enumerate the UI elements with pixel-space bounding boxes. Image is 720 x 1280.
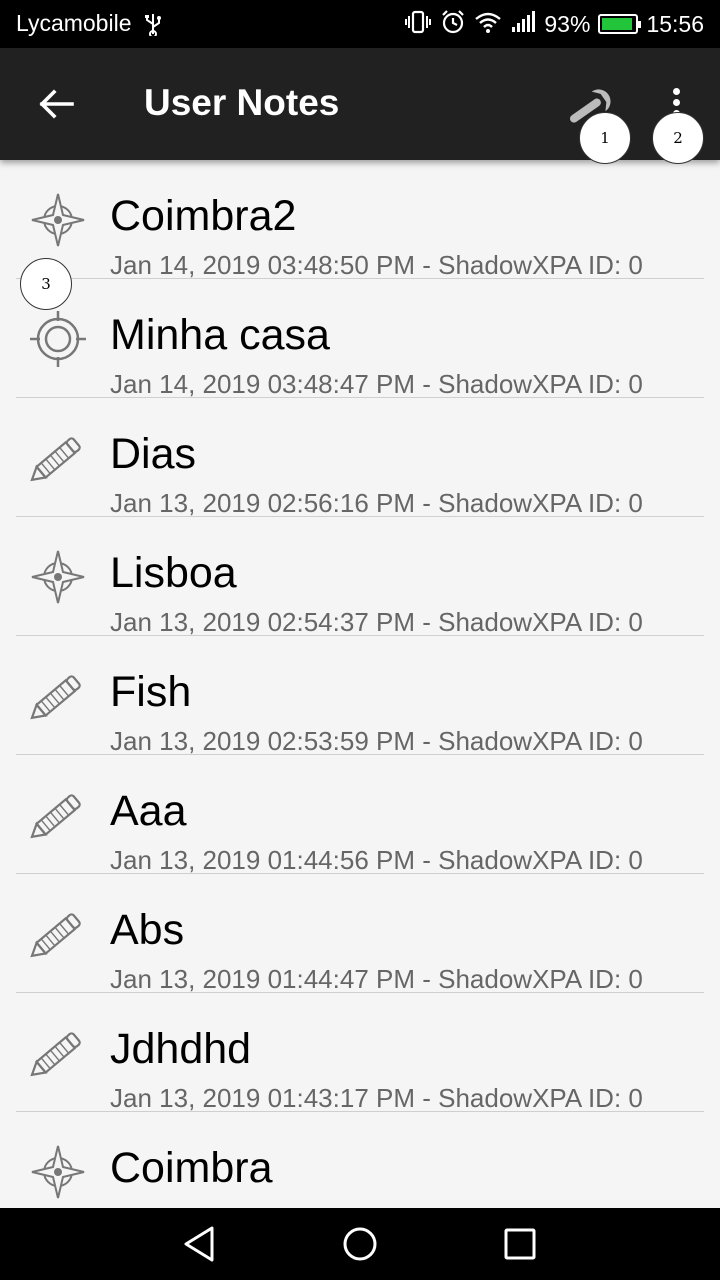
- clock: 15:56: [646, 10, 704, 37]
- vibrate-icon: [404, 9, 432, 40]
- battery-percent: 93%: [544, 10, 591, 37]
- pencil-icon: [28, 666, 88, 726]
- note-meta: Jan 13, 2019 01:44:56 PM - ShadowXPA ID:…: [110, 845, 643, 875]
- carrier-name: Lycamobile: [16, 10, 132, 36]
- page-title: User Notes: [144, 82, 340, 123]
- signal-icon: [510, 10, 536, 39]
- list-item[interactable]: Aaa Jan 13, 2019 01:44:56 PM - ShadowXPA…: [16, 755, 704, 875]
- pencil-icon: [28, 1023, 88, 1083]
- pencil-icon: [28, 785, 88, 845]
- list-item[interactable]: Jdhdhd Jan 13, 2019 01:43:17 PM - Shadow…: [16, 993, 704, 1113]
- list-item[interactable]: Lisboa Jan 13, 2019 02:54:37 PM - Shadow…: [16, 517, 704, 637]
- badge-1: 1: [579, 112, 631, 164]
- compass-rose-icon: [28, 190, 88, 250]
- nav-back-icon[interactable]: [178, 1222, 222, 1266]
- wifi-icon: [474, 10, 502, 39]
- note-name: Aaa: [110, 787, 187, 835]
- back-arrow-icon[interactable]: [26, 76, 86, 132]
- list-item[interactable]: Fish Jan 13, 2019 02:53:59 PM - ShadowXP…: [16, 636, 704, 756]
- list-item[interactable]: Minha casa Jan 14, 2019 03:48:47 PM - Sh…: [16, 279, 704, 399]
- list-item[interactable]: Coimbra: [16, 1112, 704, 1208]
- note-name: Lisboa: [110, 549, 237, 597]
- note-name: Jdhdhd: [110, 1025, 252, 1073]
- crosshair-target-icon: [28, 309, 88, 369]
- note-name: Dias: [110, 430, 197, 478]
- list-item[interactable]: Dias Jan 13, 2019 02:56:16 PM - ShadowXP…: [16, 398, 704, 518]
- list-item[interactable]: Abs Jan 13, 2019 01:44:47 PM - ShadowXPA…: [16, 874, 704, 994]
- note-name: Abs: [110, 906, 185, 954]
- note-meta: Jan 14, 2019 03:48:47 PM - ShadowXPA ID:…: [110, 369, 643, 399]
- system-nav-bar: [0, 1208, 720, 1280]
- note-meta: Jan 13, 2019 02:53:59 PM - ShadowXPA ID:…: [110, 726, 643, 756]
- badge-2: 2: [652, 112, 704, 164]
- note-meta: Jan 13, 2019 02:56:16 PM - ShadowXPA ID:…: [110, 488, 643, 518]
- badge-3: 3: [20, 258, 72, 310]
- note-name: Minha casa: [110, 311, 330, 359]
- note-meta: Jan 13, 2019 02:54:37 PM - ShadowXPA ID:…: [110, 607, 643, 637]
- compass-rose-icon: [28, 547, 88, 607]
- note-name: Fish: [110, 668, 192, 716]
- status-icons: 93% 15:56: [396, 8, 704, 40]
- note-meta: Jan 13, 2019 01:44:47 PM - ShadowXPA ID:…: [110, 964, 643, 994]
- nav-home-icon[interactable]: [338, 1222, 382, 1266]
- usb-icon: [143, 12, 163, 41]
- note-name: Coimbra: [110, 1144, 273, 1192]
- note-meta: Jan 13, 2019 01:43:17 PM - ShadowXPA ID:…: [110, 1083, 643, 1113]
- battery-icon: [598, 14, 642, 34]
- status-bar: Lycamobile 93% 15:56: [0, 0, 720, 48]
- pencil-icon: [28, 904, 88, 964]
- note-name: Coimbra2: [110, 192, 297, 240]
- alarm-icon: [440, 9, 466, 40]
- compass-rose-icon: [28, 1142, 88, 1202]
- pencil-icon: [28, 428, 88, 488]
- note-meta: Jan 14, 2019 03:48:50 PM - ShadowXPA ID:…: [110, 250, 643, 280]
- nav-recents-icon[interactable]: [498, 1222, 542, 1266]
- notes-list: Coimbra2 Jan 14, 2019 03:48:50 PM - Shad…: [0, 160, 720, 1208]
- list-item[interactable]: Coimbra2 Jan 14, 2019 03:48:50 PM - Shad…: [16, 160, 704, 280]
